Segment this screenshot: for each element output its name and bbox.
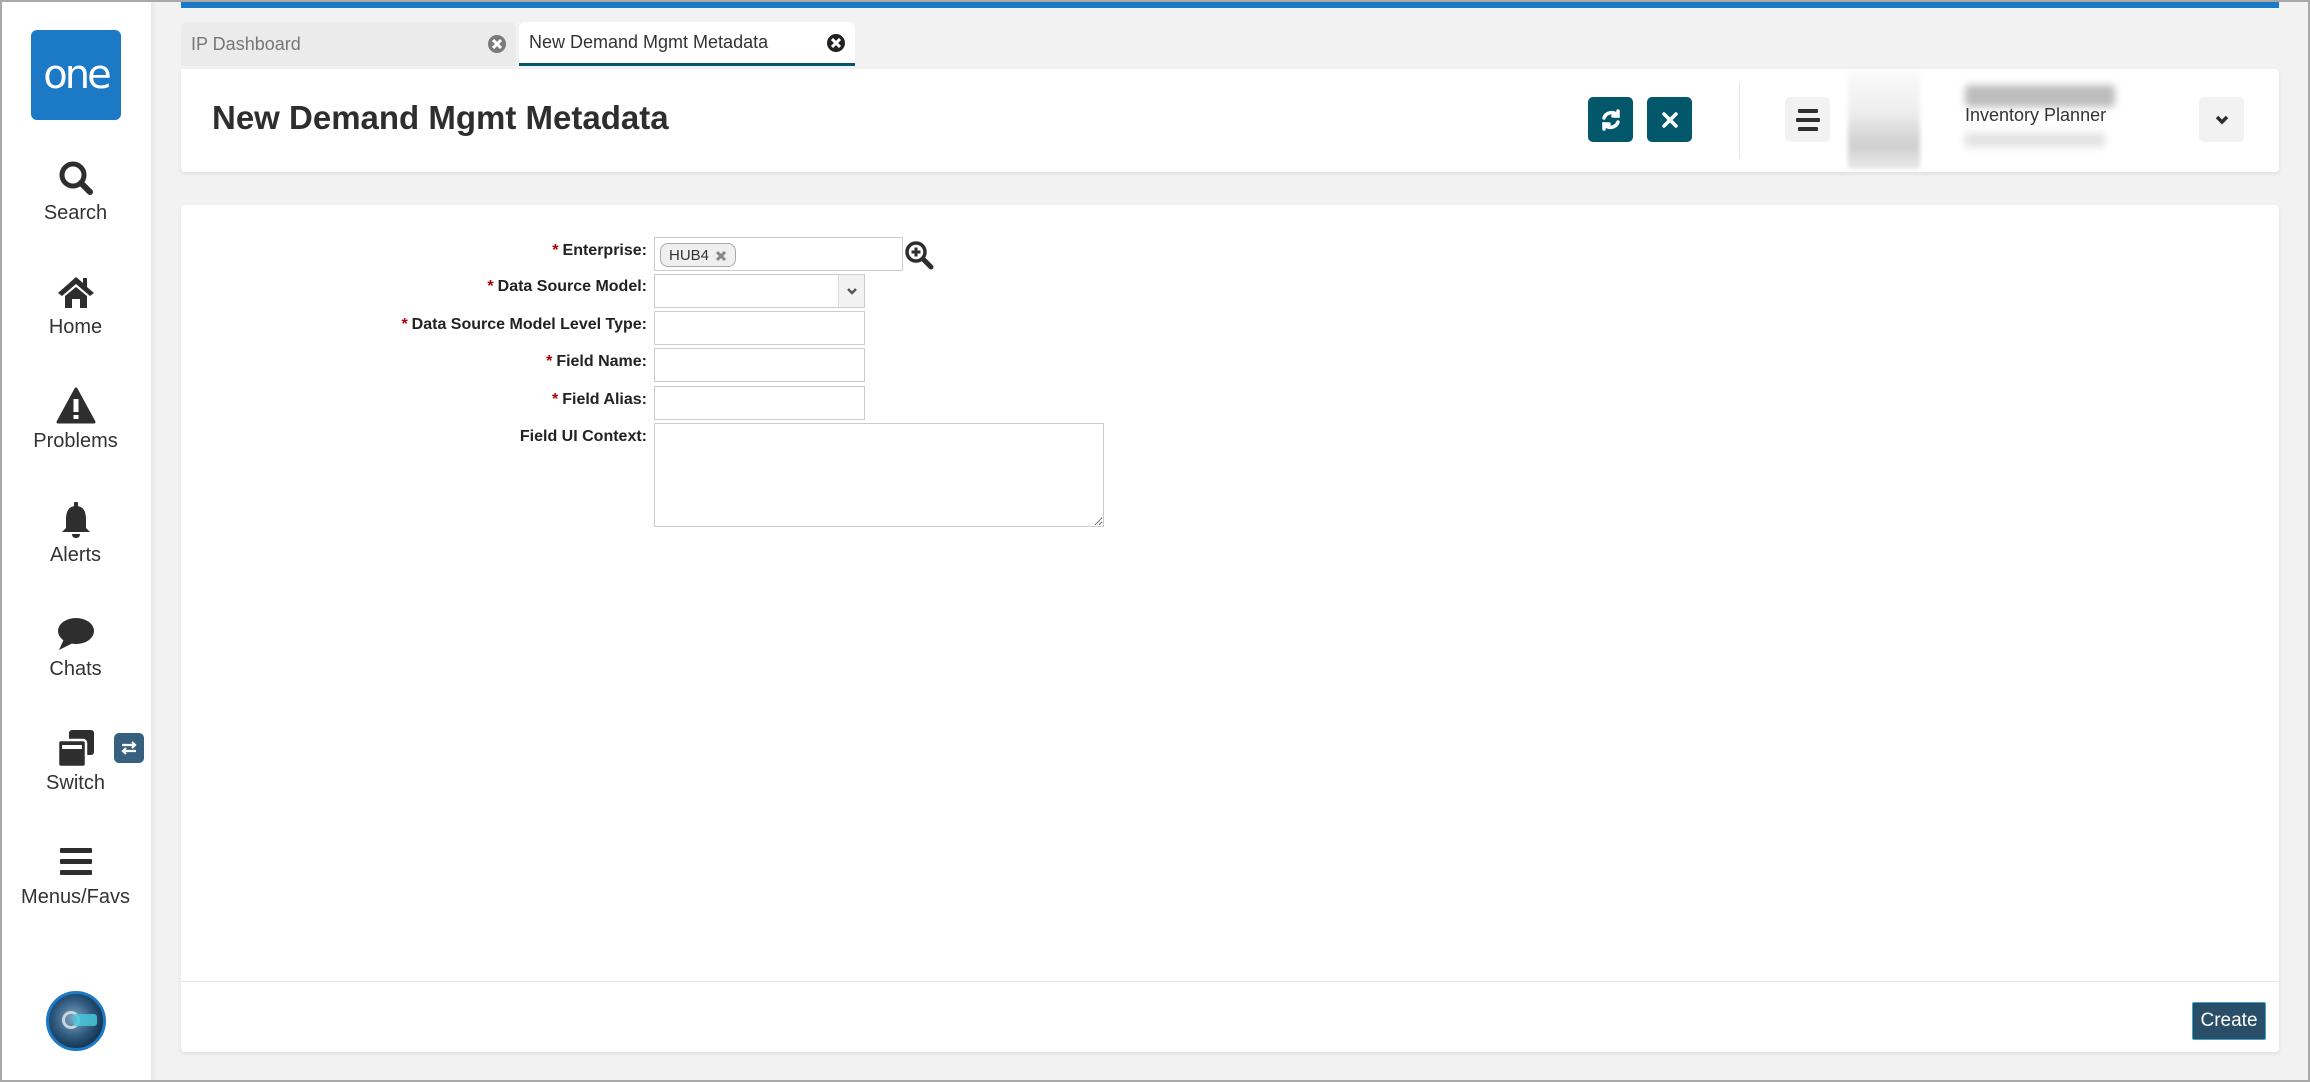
- exchange-icon: [121, 741, 137, 755]
- logo-text: one: [43, 52, 111, 98]
- data-source-model-select[interactable]: [654, 274, 865, 308]
- user-org-blurred: [1965, 133, 2105, 147]
- sidebar-item-search[interactable]: Search: [0, 158, 151, 225]
- refresh-icon: [1601, 108, 1620, 131]
- user-menu-dropdown[interactable]: [2199, 97, 2244, 142]
- refresh-button[interactable]: [1588, 97, 1633, 142]
- data-source-model-level-type-label: * Data Source Model Level Type:: [401, 316, 647, 334]
- hamburger-menu-button[interactable]: [1785, 97, 1830, 142]
- user-avatar[interactable]: [1848, 73, 1920, 169]
- user-name-blurred: [1965, 85, 2115, 107]
- footer-divider: [181, 981, 2279, 982]
- field-name-input[interactable]: [655, 349, 864, 381]
- switch-badge[interactable]: [114, 733, 144, 763]
- zoom-in-lookup-icon[interactable]: [904, 240, 934, 270]
- avatar-visor: [73, 1014, 97, 1026]
- sidebar-item-label: Problems: [33, 430, 118, 452]
- data-source-model-label: * Data Source Model:: [487, 278, 647, 296]
- sidebar-item-label: Alerts: [49, 544, 102, 566]
- label-text: Data Source Model:: [497, 278, 647, 295]
- field-alias-label: * Field Alias:: [552, 391, 647, 409]
- tab-ip-dashboard[interactable]: IP Dashboard: [181, 22, 516, 66]
- tab-new-demand-mgmt-metadata[interactable]: New Demand Mgmt Metadata: [519, 22, 855, 66]
- enterprise-chip: HUB4: [660, 243, 737, 267]
- top-accent-bar: [181, 0, 2279, 8]
- select-dropdown-button[interactable]: [838, 275, 864, 307]
- tab-label: IP Dashboard: [191, 33, 301, 54]
- required-marker: *: [546, 353, 553, 370]
- label-text: Field Alias:: [562, 391, 647, 408]
- label-text: Enterprise:: [562, 242, 647, 259]
- chevron-down-icon: [846, 288, 857, 295]
- windows-icon: [56, 730, 94, 768]
- sidebar-item-label: Chats: [49, 658, 102, 680]
- header-divider: [1739, 83, 1740, 159]
- sidebar-item-alerts[interactable]: Alerts: [0, 500, 151, 567]
- menu-icon: [59, 848, 92, 875]
- sidebar-item-label: Switch: [46, 772, 105, 794]
- close-page-button[interactable]: [1647, 97, 1692, 142]
- sidebar: one Search Home Problems Alerts Chats Sw…: [0, 0, 151, 1082]
- home-icon: [57, 277, 94, 308]
- page-title: New Demand Mgmt Metadata: [212, 99, 669, 136]
- enterprise-input[interactable]: HUB4: [654, 237, 903, 271]
- sidebar-item-home[interactable]: Home: [0, 272, 151, 339]
- required-marker: *: [552, 242, 559, 259]
- required-marker: *: [401, 316, 408, 333]
- label-text: Field Name:: [556, 353, 647, 370]
- chevron-down-icon: [2215, 115, 2228, 124]
- enterprise-label: * Enterprise:: [552, 242, 647, 260]
- tab-label: New Demand Mgmt Metadata: [529, 32, 769, 52]
- form-panel: * Enterprise: HUB4 * Data Source Model: * D…: [181, 205, 2279, 1052]
- close-icon: [715, 250, 727, 262]
- tab-close-button[interactable]: [488, 35, 506, 53]
- tab-close-button[interactable]: [827, 33, 845, 52]
- chip-label: HUB4: [669, 246, 710, 264]
- field-ui-context-textarea[interactable]: [654, 423, 1104, 527]
- user-role: Inventory Planner: [1965, 105, 2107, 125]
- search-icon: [59, 161, 93, 195]
- required-marker: *: [552, 391, 559, 408]
- close-icon: [492, 39, 502, 49]
- field-name-label: * Field Name:: [546, 353, 647, 371]
- field-alias-field[interactable]: [654, 386, 865, 420]
- required-marker: *: [487, 278, 494, 295]
- page-header: New Demand Mgmt Metadata Inventory Plann…: [181, 69, 2279, 172]
- app-logo[interactable]: one: [31, 30, 121, 120]
- chat-icon: [57, 618, 94, 650]
- hamburger-line: [1797, 126, 1818, 131]
- chip-remove-button[interactable]: [715, 249, 727, 262]
- data-source-model-level-type-input[interactable]: [655, 312, 864, 344]
- ai-assistant-avatar[interactable]: [46, 991, 106, 1051]
- label-text: Data Source Model Level Type:: [411, 316, 647, 333]
- warning-icon: [56, 387, 95, 424]
- sidebar-item-problems[interactable]: Problems: [0, 386, 151, 453]
- close-icon: [1661, 111, 1678, 128]
- bell-icon: [61, 502, 90, 538]
- sidebar-item-label: Search: [43, 202, 108, 224]
- sidebar-item-menus-favs[interactable]: Menus/Favs: [0, 842, 151, 909]
- hamburger-line: [1797, 108, 1818, 113]
- field-ui-context-label: Field UI Context:: [520, 428, 647, 446]
- field-name-field[interactable]: [654, 348, 865, 382]
- create-button[interactable]: Create: [2192, 1002, 2266, 1040]
- hamburger-line: [1795, 117, 1820, 122]
- field-alias-input[interactable]: [655, 387, 864, 419]
- sidebar-item-label: Home: [48, 316, 103, 338]
- sidebar-item-chats[interactable]: Chats: [0, 614, 151, 681]
- label-text: Field UI Context:: [519, 428, 647, 445]
- data-source-model-level-type-field[interactable]: [654, 311, 865, 345]
- sidebar-item-label: Menus/Favs: [21, 886, 130, 908]
- close-icon: [831, 37, 841, 48]
